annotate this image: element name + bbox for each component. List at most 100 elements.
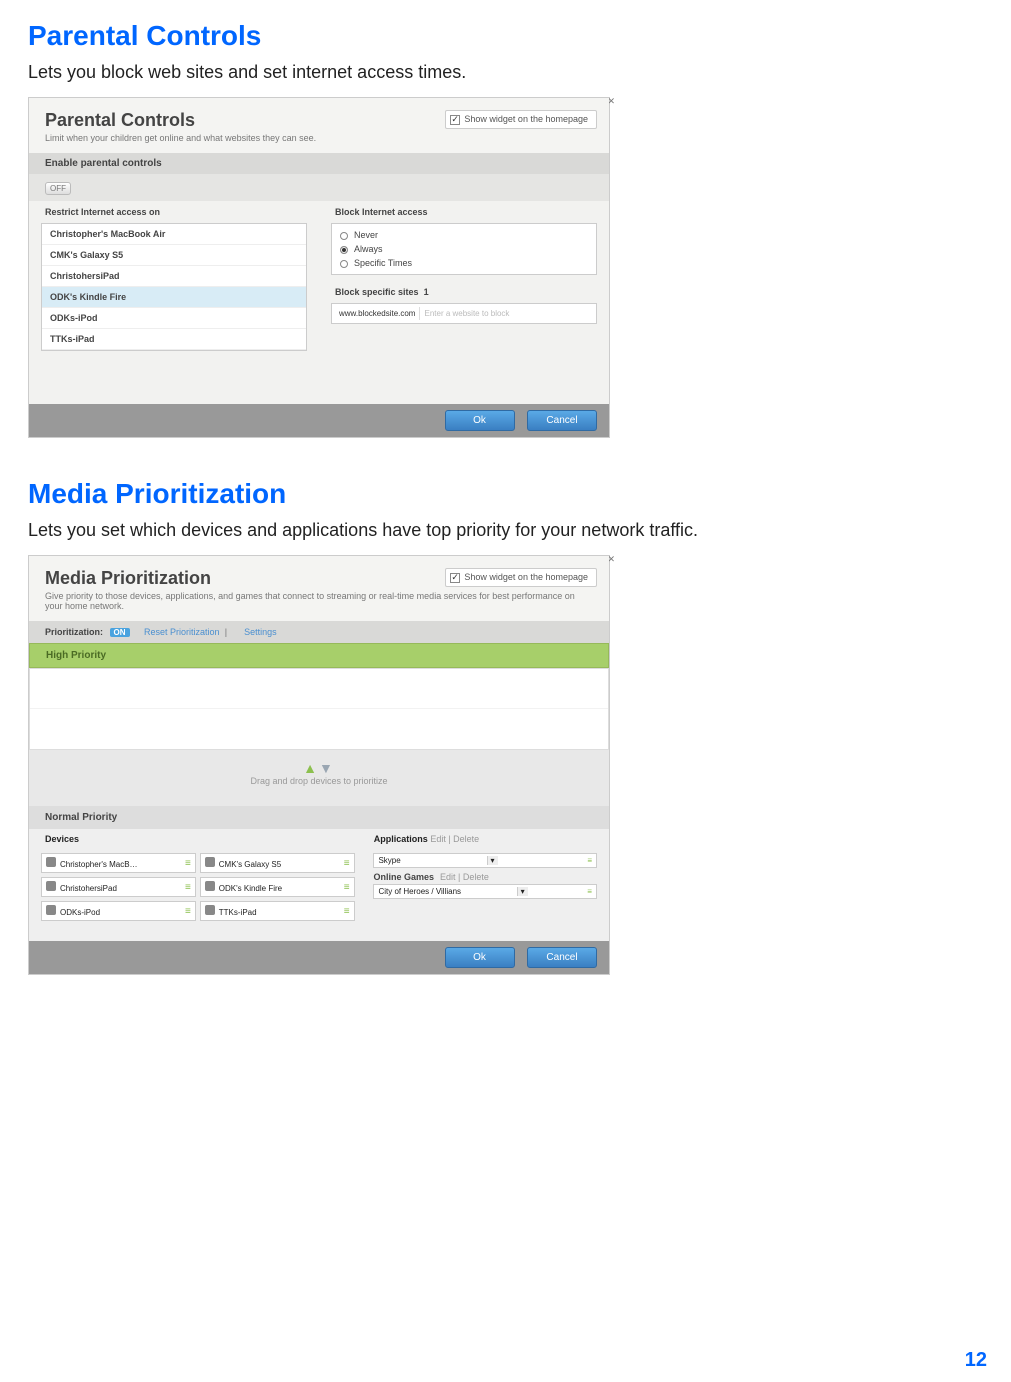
games-edit-delete[interactable]: Edit | Delete: [440, 872, 489, 882]
radio-icon: [340, 246, 348, 254]
arrow-up-icon: ▲: [303, 760, 317, 776]
section-desc-parental: Lets you block web sites and set interne…: [28, 62, 1011, 83]
parental-panel: ✕ Show widget on the homepage Parental C…: [28, 97, 610, 438]
games-label-row: Online Games Edit | Delete: [373, 872, 597, 882]
enable-label: Enable parental controls: [29, 153, 609, 174]
device-cell[interactable]: TTKs-iPad ≡: [200, 901, 355, 921]
ok-button[interactable]: Ok: [445, 410, 515, 431]
cancel-button[interactable]: Cancel: [527, 410, 597, 431]
device-icon: [46, 905, 56, 915]
block-sites-text: Block specific sites: [335, 287, 419, 297]
chevron-down-icon: ▾: [487, 856, 498, 865]
device-icon: [205, 857, 215, 867]
checkbox-icon: [450, 115, 460, 125]
device-cell[interactable]: ChristohersiPad ≡: [41, 877, 196, 897]
block-site-input[interactable]: Enter a website to block: [419, 307, 593, 320]
high-priority-header: High Priority: [29, 643, 609, 668]
prioritization-toggle[interactable]: ON: [110, 628, 130, 637]
drag-handle-icon[interactable]: ≡: [185, 906, 191, 917]
devices-col-label: Devices: [45, 834, 374, 844]
block-access-label: Block Internet access: [319, 201, 609, 221]
list-item[interactable]: ChristohersiPad: [42, 266, 306, 287]
section-desc-media: Lets you set which devices and applicati…: [28, 520, 1011, 541]
checkbox-icon: [450, 573, 460, 583]
device-name: CMK's Galaxy S5: [219, 860, 281, 869]
list-item[interactable]: ODK's Kindle Fire: [42, 287, 306, 308]
drag-hint: ▲▼ Drag and drop devices to prioritize: [29, 750, 609, 806]
normal-priority-header: Normal Priority: [29, 806, 609, 829]
device-cell[interactable]: ODKs-iPod ≡: [41, 901, 196, 921]
media-panel: ✕ Show widget on the homepage Media Prio…: [28, 555, 610, 975]
device-name: TTKs-iPad: [219, 908, 257, 917]
panel-subtitle: Give priority to those devices, applicat…: [45, 591, 593, 611]
show-widget-checkbox[interactable]: Show widget on the homepage: [445, 110, 597, 129]
list-item[interactable]: TTKs-iPad: [42, 329, 306, 350]
apps-col-label: Applications Edit | Delete: [374, 834, 593, 844]
drag-hint-text: Drag and drop devices to prioritize: [250, 776, 387, 786]
settings-link[interactable]: Settings: [244, 627, 277, 637]
page-number: 12: [965, 1349, 987, 1372]
game-select-value: City of Heroes / Villians: [378, 887, 461, 896]
panel-subtitle: Limit when your children get online and …: [45, 133, 593, 143]
priority-grid: Christopher's MacB… ≡ CMK's Galaxy S5 ≡ Ch…: [29, 849, 609, 941]
drag-handle-icon[interactable]: ≡: [587, 887, 592, 896]
chevron-down-icon: ▾: [517, 887, 528, 896]
show-widget-label: Show widget on the homepage: [464, 114, 588, 124]
enable-toggle[interactable]: OFF: [45, 182, 71, 195]
ok-button[interactable]: Ok: [445, 947, 515, 968]
radio-specific[interactable]: Specific Times: [340, 256, 588, 270]
radio-label: Always: [354, 244, 383, 254]
button-bar: Ok Cancel: [29, 941, 609, 974]
drag-handle-icon[interactable]: ≡: [185, 882, 191, 893]
drag-handle-icon[interactable]: ≡: [587, 856, 592, 865]
reset-link[interactable]: Reset Prioritization: [144, 627, 220, 637]
device-cell[interactable]: ODK's Kindle Fire ≡: [200, 877, 355, 897]
device-icon: [46, 857, 56, 867]
device-name: ODKs-iPod: [60, 908, 100, 917]
drag-handle-icon[interactable]: ≡: [185, 858, 191, 869]
drag-handle-icon[interactable]: ≡: [344, 906, 350, 917]
game-select[interactable]: City of Heroes / Villians ▾ ≡: [373, 884, 597, 899]
app-select-value: Skype: [378, 856, 400, 865]
device-cell[interactable]: Christopher's MacB… ≡: [41, 853, 196, 873]
device-icon: [205, 881, 215, 891]
show-widget-label: Show widget on the homepage: [464, 572, 588, 582]
device-list: Christopher's MacBook Air CMK's Galaxy S…: [41, 223, 307, 351]
blocked-site-row: www.blockedsite.com Enter a website to b…: [331, 303, 597, 324]
prio-label: Prioritization:: [45, 627, 103, 637]
block-sites-label: Block specific sites 1: [319, 281, 609, 301]
columns-header: Devices Applications Edit | Delete: [29, 829, 609, 849]
radio-label: Never: [354, 230, 378, 240]
radio-always[interactable]: Always: [340, 242, 588, 256]
drag-handle-icon[interactable]: ≡: [344, 858, 350, 869]
show-widget-checkbox[interactable]: Show widget on the homepage: [445, 568, 597, 587]
device-icon: [46, 881, 56, 891]
radio-label: Specific Times: [354, 258, 412, 268]
list-item[interactable]: Christopher's MacBook Air: [42, 224, 306, 245]
block-radio-group: Never Always Specific Times: [331, 223, 597, 275]
blocked-site-value: www.blockedsite.com: [335, 307, 419, 320]
device-icon: [205, 905, 215, 915]
section-heading-media: Media Prioritization: [28, 478, 1011, 510]
arrow-down-icon: ▼: [319, 760, 333, 776]
high-priority-dropzone[interactable]: [29, 668, 609, 750]
list-item[interactable]: CMK's Galaxy S5: [42, 245, 306, 266]
cancel-button[interactable]: Cancel: [527, 947, 597, 968]
list-item[interactable]: ODKs-iPod: [42, 308, 306, 329]
apps-edit-delete[interactable]: Edit | Delete: [430, 834, 479, 844]
restrict-label: Restrict Internet access on: [29, 201, 319, 221]
apps-label: Applications: [374, 834, 428, 844]
radio-icon: [340, 260, 348, 268]
drag-handle-icon[interactable]: ≡: [344, 882, 350, 893]
radio-never[interactable]: Never: [340, 228, 588, 242]
radio-icon: [340, 232, 348, 240]
device-name: ODK's Kindle Fire: [219, 884, 282, 893]
games-label: Online Games: [373, 872, 434, 882]
prioritization-row: Prioritization: ON Reset Prioritization …: [29, 621, 609, 643]
button-bar: Ok Cancel: [29, 404, 609, 437]
device-cell[interactable]: CMK's Galaxy S5 ≡: [200, 853, 355, 873]
section-heading-parental: Parental Controls: [28, 20, 1011, 52]
device-name: Christopher's MacB…: [60, 860, 138, 869]
application-select[interactable]: Skype ▾ ≡: [373, 853, 597, 868]
device-name: ChristohersiPad: [60, 884, 117, 893]
